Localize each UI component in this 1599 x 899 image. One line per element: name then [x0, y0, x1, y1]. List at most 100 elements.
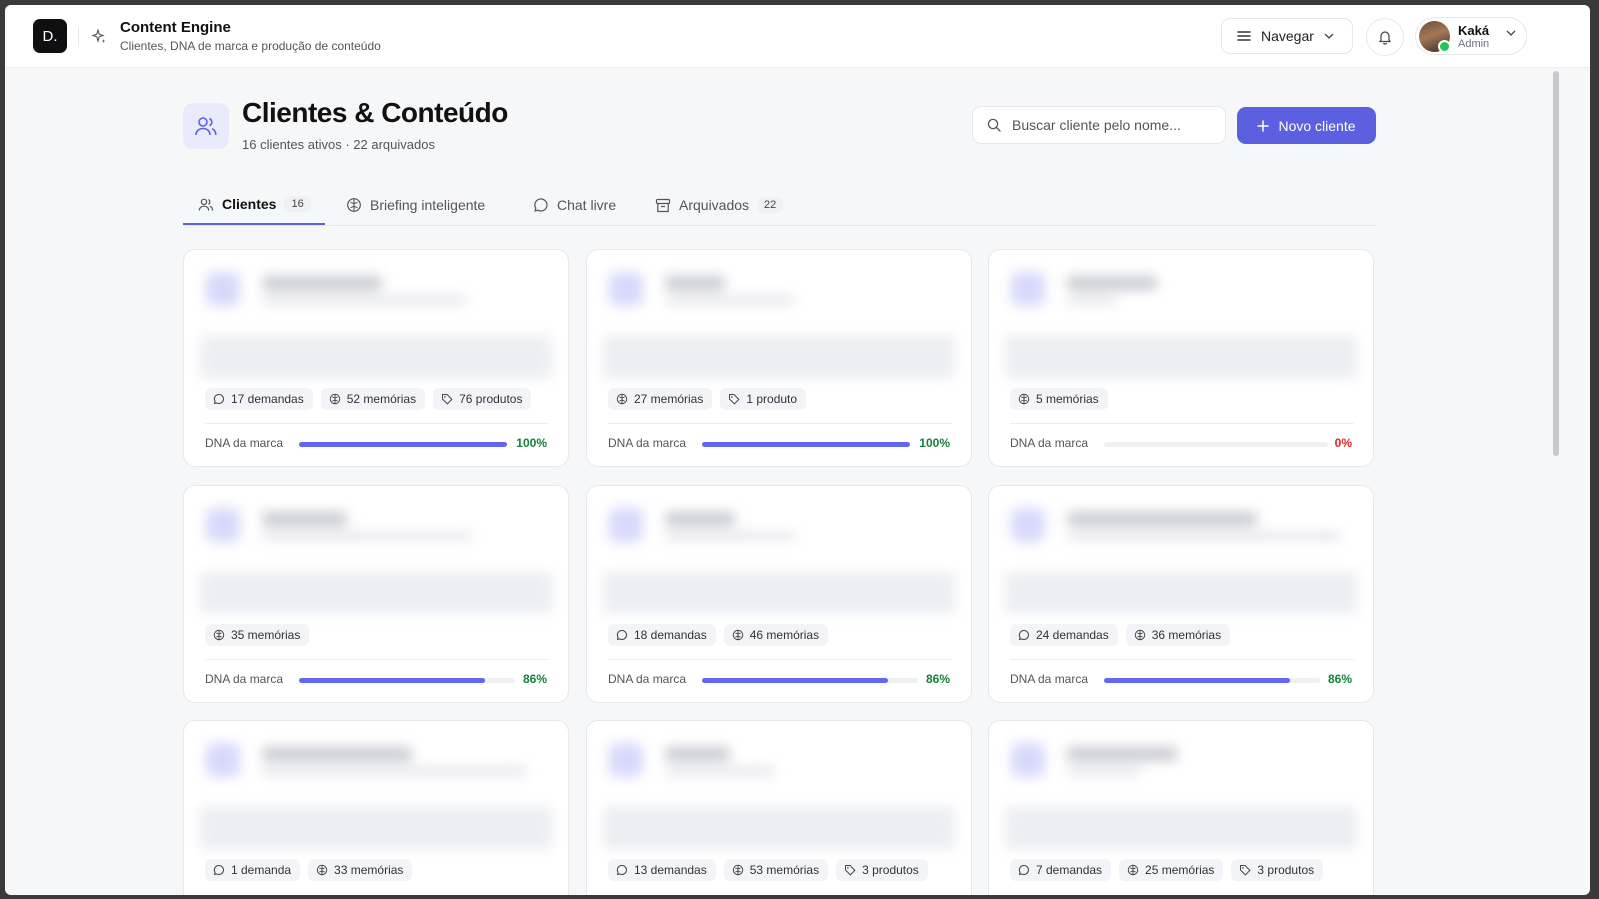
- new-client-label: Novo cliente: [1278, 117, 1356, 134]
- stat-chips: 27 memórias 1 produto: [608, 388, 807, 410]
- client-card[interactable]: 7 demandas 25 memórias 3 produtos: [988, 720, 1374, 895]
- navigate-button[interactable]: Navegar: [1221, 18, 1353, 54]
- tab-archived[interactable]: Arquivados 22: [655, 185, 784, 225]
- client-card[interactable]: 1 demanda 33 memórias: [183, 720, 569, 895]
- brain-icon: [316, 864, 328, 876]
- tab-label: Briefing inteligente: [370, 197, 486, 213]
- dna-progress-fill: [702, 678, 888, 683]
- tab-clients[interactable]: Clientes 16: [183, 185, 325, 225]
- client-card[interactable]: 24 demandas 36 memórias DNA da marca 86%: [988, 485, 1374, 703]
- dna-progress-bar: [299, 678, 515, 683]
- sparkles-icon: [91, 29, 106, 44]
- dna-label: DNA da marca: [1010, 672, 1089, 686]
- stat-chip-label: 35 memórias: [231, 628, 301, 642]
- stat-chip: 1 produto: [720, 388, 807, 410]
- stat-chip-label: 1 produto: [746, 392, 798, 406]
- stat-chips: 24 demandas 36 memórias: [1010, 624, 1231, 646]
- stat-chip: 1 demanda: [205, 859, 301, 881]
- tab-smart-briefing[interactable]: Briefing inteligente: [346, 185, 485, 225]
- users-icon: [198, 198, 214, 211]
- blurred-client-info: [1005, 266, 1357, 378]
- brain-icon: [616, 393, 628, 405]
- dna-label: DNA da marca: [608, 672, 687, 686]
- tag-icon: [441, 393, 453, 405]
- stat-chip: 76 produtos: [433, 388, 532, 410]
- dna-percentage: 100%: [516, 436, 547, 450]
- notifications-button[interactable]: [1366, 18, 1404, 56]
- stat-chip-label: 13 demandas: [634, 863, 707, 877]
- brain-icon: [1127, 864, 1139, 876]
- tab-label: Chat livre: [557, 197, 617, 213]
- scrollbar[interactable]: [1553, 71, 1559, 456]
- card-divider: [1010, 423, 1354, 424]
- stat-chip-label: 3 produtos: [862, 863, 919, 877]
- dna-percentage: 100%: [919, 436, 950, 450]
- tab-count-badge: 22: [757, 197, 784, 213]
- dna-progress-bar: [1104, 678, 1320, 683]
- chevron-down-icon: [1506, 30, 1516, 36]
- client-card[interactable]: 27 memórias 1 produto DNA da marca 100%: [586, 249, 972, 467]
- stat-chip: 24 demandas: [1010, 624, 1118, 646]
- tab-count-badge: 16: [284, 196, 311, 212]
- dna-progress-fill: [1104, 678, 1290, 683]
- dna-label: DNA da marca: [205, 436, 284, 450]
- client-card[interactable]: 18 demandas 46 memórias DNA da marca 86%: [586, 485, 972, 703]
- chat-icon: [1018, 629, 1030, 641]
- user-role: Admin: [1458, 38, 1490, 50]
- client-card[interactable]: 35 memórias DNA da marca 86%: [183, 485, 569, 703]
- app-window: D. Content Engine Clientes, DNA de marca…: [5, 5, 1590, 895]
- user-menu-button[interactable]: Kaká Admin: [1415, 17, 1527, 55]
- search-input[interactable]: [1010, 116, 1214, 134]
- new-client-button[interactable]: Novo cliente: [1237, 107, 1376, 144]
- tag-icon: [844, 864, 856, 876]
- client-card[interactable]: 13 demandas 53 memórias 3 produtos: [586, 720, 972, 895]
- stat-chips: 5 memórias: [1010, 388, 1108, 410]
- dna-progress-bar: [299, 442, 507, 447]
- search-box[interactable]: [972, 106, 1226, 144]
- chat-icon: [213, 864, 225, 876]
- plus-icon: [1257, 119, 1270, 132]
- stat-chip: 33 memórias: [308, 859, 413, 881]
- bell-icon: [1379, 30, 1391, 45]
- chevron-down-icon: [1324, 33, 1334, 39]
- card-divider: [608, 423, 952, 424]
- brain-icon: [329, 393, 341, 405]
- app-logo[interactable]: D.: [33, 19, 67, 53]
- stat-chip-label: 3 produtos: [1257, 863, 1315, 877]
- blurred-client-info: [1005, 502, 1357, 614]
- client-card[interactable]: 5 memórias DNA da marca 0%: [988, 249, 1374, 467]
- chat-icon: [534, 198, 548, 212]
- menu-icon: [1237, 31, 1251, 41]
- blurred-client-info: [200, 737, 552, 849]
- stat-chips: 13 demandas 53 memórias 3 produtos: [608, 859, 928, 881]
- stat-chip: 52 memórias: [320, 388, 426, 410]
- stat-chip-label: 46 memórias: [749, 628, 820, 642]
- search-icon: [987, 118, 1001, 132]
- stat-chip: 3 produtos: [1231, 859, 1324, 881]
- blurred-client-info: [603, 502, 955, 614]
- users-icon: [195, 117, 217, 136]
- stat-chip-label: 33 memórias: [334, 863, 404, 877]
- blurred-client-info: [603, 737, 955, 849]
- dna-progress-bar: [702, 678, 918, 683]
- online-status-dot: [1438, 40, 1451, 53]
- stat-chips: 17 demandas 52 memórias 76 produtos: [205, 388, 532, 410]
- stat-chip: 36 memórias: [1125, 624, 1231, 646]
- stat-chips: 7 demandas 25 memórias 3 produtos: [1010, 859, 1324, 881]
- stat-chip-label: 76 produtos: [459, 392, 523, 406]
- tab-free-chat[interactable]: Chat livre: [533, 185, 616, 225]
- blurred-client-info: [1005, 737, 1357, 849]
- brain-icon: [1018, 393, 1030, 405]
- client-card[interactable]: 17 demandas 52 memórias 76 produtos DNA da …: [183, 249, 569, 467]
- chat-icon: [616, 864, 628, 876]
- chat-icon: [213, 393, 225, 405]
- stat-chip: 46 memórias: [723, 624, 829, 646]
- tab-label: Arquivados: [679, 197, 750, 213]
- stat-chip-label: 52 memórias: [346, 392, 417, 406]
- tag-icon: [1239, 864, 1251, 876]
- blurred-client-info: [200, 266, 552, 378]
- brain-icon: [1134, 629, 1146, 641]
- navigate-label: Navegar: [1261, 28, 1314, 44]
- dna-percentage: 86%: [522, 672, 547, 686]
- user-name: Kaká: [1458, 23, 1490, 38]
